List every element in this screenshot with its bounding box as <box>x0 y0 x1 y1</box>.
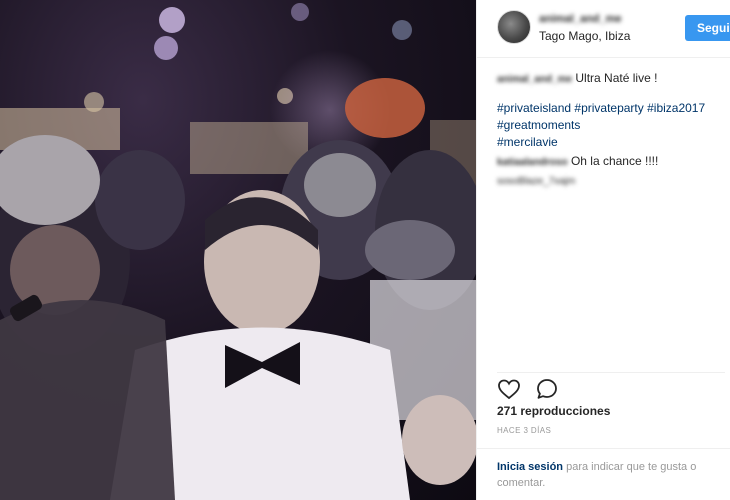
follow-button[interactable]: Seguir <box>685 15 730 41</box>
caption-username[interactable]: animal_and_me <box>497 71 572 88</box>
post-header: animal_and_me Tago Mago, Ibiza Seguir <box>477 0 730 58</box>
post-timestamp: HACE 3 DÍAS <box>497 426 552 435</box>
caption-text: Ultra Naté live ! <box>575 71 658 85</box>
comment-item: katiaalandroso Oh la chance !!!! <box>497 153 725 171</box>
caption: animal_and_me Ultra Naté live ! <box>497 70 725 88</box>
comment-username[interactable]: katiaalandroso <box>497 154 568 171</box>
heart-icon[interactable] <box>497 377 521 401</box>
login-prompt: Inicia sesión para indicar que te gusta … <box>477 448 730 500</box>
post-username[interactable]: animal_and_me <box>539 13 622 25</box>
avatar[interactable] <box>497 10 531 44</box>
party-photo <box>0 3 476 500</box>
comment-icon[interactable] <box>535 377 559 401</box>
comment-item-blurred: sosoBlaze_7xajm <box>497 176 576 187</box>
post-sidebar: animal_and_me Tago Mago, Ibiza Seguir an… <box>476 0 730 500</box>
comment-text: Oh la chance !!!! <box>570 154 659 168</box>
hashtag-link[interactable]: #mercilavie <box>497 135 558 149</box>
post-media[interactable] <box>0 0 476 500</box>
action-bar <box>497 372 725 400</box>
comments-section: animal_and_me Ultra Naté live ! #private… <box>497 70 725 190</box>
hashtag-link[interactable]: #privateisland <box>497 101 571 115</box>
login-link[interactable]: Inicia sesión <box>497 461 563 473</box>
hashtag-link[interactable]: #privateparty <box>574 101 643 115</box>
view-count: 271 reproducciones <box>497 404 611 418</box>
post-location[interactable]: Tago Mago, Ibiza <box>539 29 630 43</box>
hashtag-link[interactable]: #greatmoments <box>497 118 580 132</box>
hashtag-link[interactable]: #ibiza2017 <box>647 101 705 115</box>
hashtag-list: #privateisland #privateparty #ibiza2017 … <box>497 100 725 151</box>
